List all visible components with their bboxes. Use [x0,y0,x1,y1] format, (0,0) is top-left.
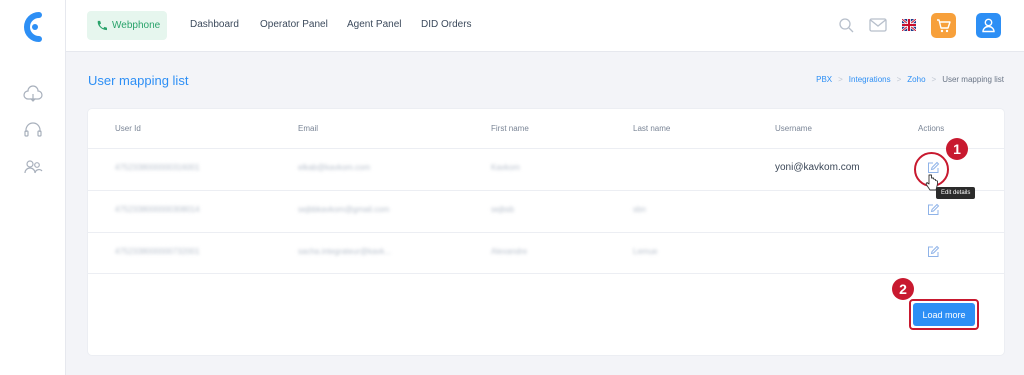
table-row: 4752338000000308014 sejbbkavkom@gmail.co… [88,190,1004,232]
users-icon[interactable] [22,156,44,178]
breadcrumb-zoho[interactable]: Zoho [907,75,925,84]
table-row: 4752338000000732001 sacha.integrateur@ka… [88,232,1004,274]
cell-user-id: 4752338000000732001 [115,247,200,256]
step-badge-1: 1 [946,138,968,160]
step-badge-2: 2 [892,278,914,300]
brand-logo[interactable] [20,12,46,42]
load-more-button[interactable]: Load more [913,303,975,326]
sidebar [0,0,66,375]
page-title: User mapping list [88,73,189,88]
column-email: Email [298,124,319,133]
nav-dashboard[interactable]: Dashboard [190,19,239,30]
edit-icon[interactable] [926,245,940,259]
edit-details-tooltip: Edit details [936,187,976,199]
cloud-icon[interactable] [22,84,44,106]
cart-icon [937,19,951,33]
webphone-button[interactable]: Webphone [87,11,167,40]
load-more-highlight: Load more [909,299,979,330]
cell-first-name: Alexandre [491,247,528,256]
nav-agent-panel[interactable]: Agent Panel [347,19,402,30]
user-icon [982,18,995,33]
user-menu-button[interactable] [976,13,1001,38]
top-navbar: Webphone Dashboard Operator Panel Agent … [66,0,1024,52]
cell-email: sacha.integrateur@kavk... [298,247,392,256]
cell-last-name: Lemue [633,247,658,256]
webphone-label: Webphone [112,20,161,31]
column-user-id: User Id [115,124,141,133]
mail-icon[interactable] [869,17,887,33]
cell-user-id: 4752338000000316001 [115,163,200,172]
cell-username: yoni@kavkom.com [775,162,860,173]
user-mapping-card: User Id Email First name Last name Usern… [88,109,1004,355]
cart-button[interactable] [931,13,956,38]
column-actions: Actions [918,124,945,133]
cell-email: sejbbkavkom@gmail.com [298,205,390,214]
cell-first-name: Kavkom [491,163,520,172]
breadcrumb-separator: > [838,75,843,84]
edit-icon[interactable] [926,203,940,217]
column-last-name: Last name [633,124,671,133]
column-first-name: First name [491,124,529,133]
cell-email: elkab@kavkom.com [298,163,371,172]
search-icon[interactable] [838,17,854,33]
cell-user-id: 4752338000000308014 [115,205,200,214]
uk-flag-icon[interactable] [902,19,916,31]
column-username: Username [775,124,812,133]
breadcrumb-pbx[interactable]: PBX [816,75,832,84]
breadcrumb-separator: > [896,75,902,84]
breadcrumb-separator: > [931,75,937,84]
nav-operator-panel[interactable]: Operator Panel [260,19,328,30]
breadcrumb-current: User mapping list [942,75,1004,84]
breadcrumb-integrations[interactable]: Integrations [849,75,891,84]
nav-did-orders[interactable]: DID Orders [421,19,472,30]
table-row: 4752338000000316001 elkab@kavkom.com Kav… [88,148,1004,190]
headset-icon[interactable] [22,119,44,141]
cell-first-name: sejbsb [491,205,515,214]
breadcrumb: PBX > Integrations > Zoho > User mapping… [816,75,1004,84]
cell-last-name: sbn [633,205,646,214]
phone-icon [97,20,107,31]
